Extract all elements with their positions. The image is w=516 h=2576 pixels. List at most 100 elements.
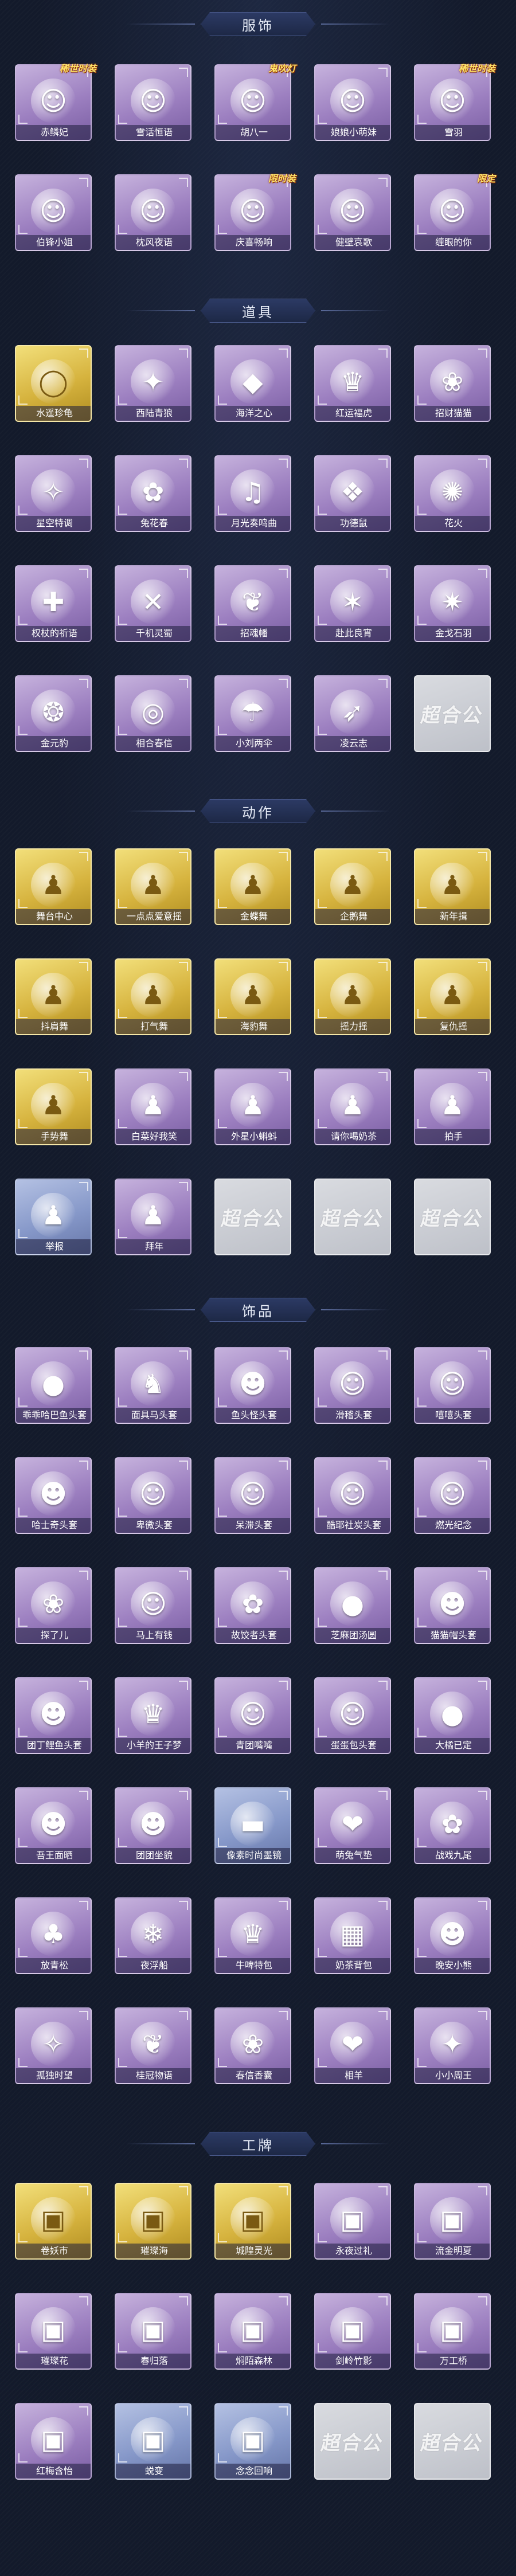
item-card[interactable]: ♟ 抖肩舞	[15, 958, 92, 1035]
item-card[interactable]: ♫ 月光奏鸣曲	[214, 455, 291, 532]
item-card[interactable]: ☺ 青团嘴嘴	[214, 1677, 291, 1754]
item-card[interactable]: ☺ 燃光纪念	[414, 1457, 491, 1534]
item-card[interactable]: ▣ 春归落	[115, 2293, 191, 2370]
item-card[interactable]: ❀ 探了儿	[15, 1567, 92, 1644]
item-card[interactable]: ▣ 璀璨海	[115, 2183, 191, 2260]
item-card[interactable]: ◆ 海洋之心	[214, 345, 291, 422]
item-card[interactable]: ☻ 哈士奇头套	[15, 1457, 92, 1534]
item-card[interactable]: ✷ 金戈石羽	[414, 565, 491, 642]
item-card[interactable]: ☻ 吾王面晒	[15, 1787, 92, 1864]
item-card[interactable]: ☺ 缠眼的你 限定	[414, 173, 495, 251]
item-card[interactable]: ♛ 红运福虎	[314, 345, 391, 422]
item-card[interactable]: ☺ 蛋蛋包头套	[314, 1677, 391, 1754]
item-card[interactable]: ☻ 猫猫帽头套	[414, 1567, 491, 1644]
empty-slot[interactable]: 超合公	[414, 2403, 491, 2480]
item-card[interactable]: ☺ 赤鳞妃 稀世时装	[15, 63, 96, 141]
item-card[interactable]: ☺ 雪话恒语	[115, 64, 191, 141]
item-card[interactable]: ♣ 放青松	[15, 1897, 92, 1974]
item-card[interactable]: ☻ 晚安小熊	[414, 1897, 491, 1974]
item-card[interactable]: ▣ 卷妖市	[15, 2183, 92, 2260]
item-card[interactable]: ❦ 桂冠物语	[115, 2007, 191, 2084]
item-card[interactable]: ☺ 滑稽头套	[314, 1347, 391, 1424]
item-card[interactable]: ▣ 万工桥	[414, 2293, 491, 2370]
item-card[interactable]: ✿ 兔花春	[115, 455, 191, 532]
item-card[interactable]: ♟ 新年揖	[414, 848, 491, 925]
item-card[interactable]: ▣ 红梅含怡	[15, 2403, 92, 2480]
item-card[interactable]: ▣ 剑岭竹影	[314, 2293, 391, 2370]
item-card[interactable]: ▣ 城隍灵光	[214, 2183, 291, 2260]
item-card[interactable]: ♛ 牛啤特包	[214, 1897, 291, 1974]
item-card[interactable]: ➶ 凌云志	[314, 675, 391, 752]
item-card[interactable]: ✦ 西陆青狼	[115, 345, 191, 422]
item-card[interactable]: ☺ 胡八一 鬼吹灯	[214, 63, 296, 141]
item-card[interactable]: ♟ 外星小蝌蚪	[214, 1068, 291, 1145]
item-card[interactable]: ☂ 小刘两伞	[214, 675, 291, 752]
item-card[interactable]: ☻ 团丁鲤鱼头套	[15, 1677, 92, 1754]
item-card[interactable]: ❀ 招财猫猫	[414, 345, 491, 422]
item-card[interactable]: ☺ 嘻嘻头套	[414, 1347, 491, 1424]
item-card[interactable]: ♟ 一点点爱意摇	[115, 848, 191, 925]
item-card[interactable]: ▬ 像素时尚墨镜	[214, 1787, 291, 1864]
item-card[interactable]: ✧ 星空特调	[15, 455, 92, 532]
item-card[interactable]: ❄ 夜浮船	[115, 1897, 191, 1974]
item-card[interactable]: ❤ 萌兔气垫	[314, 1787, 391, 1864]
item-card[interactable]: ● 大橘已定	[414, 1677, 491, 1754]
item-card[interactable]: ✿ 故饺者头套	[214, 1567, 291, 1644]
item-card[interactable]: ♟ 拜年	[115, 1179, 191, 1255]
item-card[interactable]: ◯ 水遥珍龟	[15, 345, 92, 422]
empty-slot[interactable]: 超合公	[214, 1179, 291, 1255]
item-card[interactable]: ✧ 孤独时望	[15, 2007, 92, 2084]
item-card[interactable]: ▣ 蜕变	[115, 2403, 191, 2480]
item-card[interactable]: ✚ 权杖的祈语	[15, 565, 92, 642]
empty-slot[interactable]: 超合公	[314, 1179, 391, 1255]
item-card[interactable]: ✺ 花火	[414, 455, 491, 532]
item-card[interactable]: ❀ 春信香囊	[214, 2007, 291, 2084]
item-card[interactable]: ♟ 白菜好我笑	[115, 1068, 191, 1145]
item-card[interactable]: ✶ 赴此良宵	[314, 565, 391, 642]
item-card[interactable]: ☺ 酷耶社炭头套	[314, 1457, 391, 1534]
item-card[interactable]: ▣ 流金明夏	[414, 2183, 491, 2260]
item-card[interactable]: ♟ 请你喝奶茶	[314, 1068, 391, 1145]
item-card[interactable]: ♛ 小羊的王子梦	[115, 1677, 191, 1754]
item-card[interactable]: ♞ 面具马头套	[115, 1347, 191, 1424]
item-card[interactable]: ☺ 雪羽 稀世时装	[414, 63, 495, 141]
item-card[interactable]: ● 芝麻团汤圆	[314, 1567, 391, 1644]
item-card[interactable]: ♟ 金蝶舞	[214, 848, 291, 925]
item-card[interactable]: ♟ 摇力摇	[314, 958, 391, 1035]
item-card[interactable]: ▣ 璀璨花	[15, 2293, 92, 2370]
item-card[interactable]: ❂ 金元豹	[15, 675, 92, 752]
item-card[interactable]: ☺ 卑微头套	[115, 1457, 191, 1534]
item-card[interactable]: ☺ 娘娘小萌妹	[314, 64, 391, 141]
item-card[interactable]: ● 乖乖哈巴鱼头套	[15, 1347, 92, 1424]
item-card[interactable]: ❖ 功德鼠	[314, 455, 391, 532]
item-card[interactable]: ♟ 舞台中心	[15, 848, 92, 925]
item-card[interactable]: ☺ 呆滞头套	[214, 1457, 291, 1534]
item-card[interactable]: ✕ 千机灵蜀	[115, 565, 191, 642]
item-card[interactable]: ♟ 企鹅舞	[314, 848, 391, 925]
item-card[interactable]: ▣ 焖陌森林	[214, 2293, 291, 2370]
item-card[interactable]: ❤ 相羊	[314, 2007, 391, 2084]
item-card[interactable]: ♟ 举报	[15, 1179, 92, 1255]
item-card[interactable]: ♟ 打气舞	[115, 958, 191, 1035]
empty-slot[interactable]: 超合公	[314, 2403, 391, 2480]
item-card[interactable]: ☻ 鱼头怪头套	[214, 1347, 291, 1424]
item-card[interactable]: ☺ 庆喜畅响 限时装	[214, 173, 296, 251]
item-card[interactable]: ♟ 拍手	[414, 1068, 491, 1145]
empty-slot[interactable]: 超合公	[414, 1179, 491, 1255]
item-card[interactable]: ▦ 奶茶背包	[314, 1897, 391, 1974]
item-card[interactable]: ✿ 战戏九尾	[414, 1787, 491, 1864]
item-card[interactable]: ◎ 相合春信	[115, 675, 191, 752]
item-card[interactable]: ♟ 手势舞	[15, 1068, 92, 1145]
empty-slot[interactable]: 超合公	[414, 675, 491, 752]
item-card[interactable]: ☺ 枕风夜语	[115, 174, 191, 251]
item-card[interactable]: ☻ 团团坐貌	[115, 1787, 191, 1864]
item-card[interactable]: ♟ 复仇摇	[414, 958, 491, 1035]
item-card[interactable]: ❦ 招魂幡	[214, 565, 291, 642]
item-card[interactable]: ☺ 健壁哀歌	[314, 174, 391, 251]
item-card[interactable]: ▣ 永夜过礼	[314, 2183, 391, 2260]
item-card[interactable]: ☺ 伯锋小姐	[15, 174, 92, 251]
item-card[interactable]: ✦ 小小周王	[414, 2007, 491, 2084]
item-card[interactable]: ▣ 念念回响	[214, 2403, 291, 2480]
item-card[interactable]: ♟ 海豹舞	[214, 958, 291, 1035]
item-card[interactable]: ☺ 马上有钱	[115, 1567, 191, 1644]
